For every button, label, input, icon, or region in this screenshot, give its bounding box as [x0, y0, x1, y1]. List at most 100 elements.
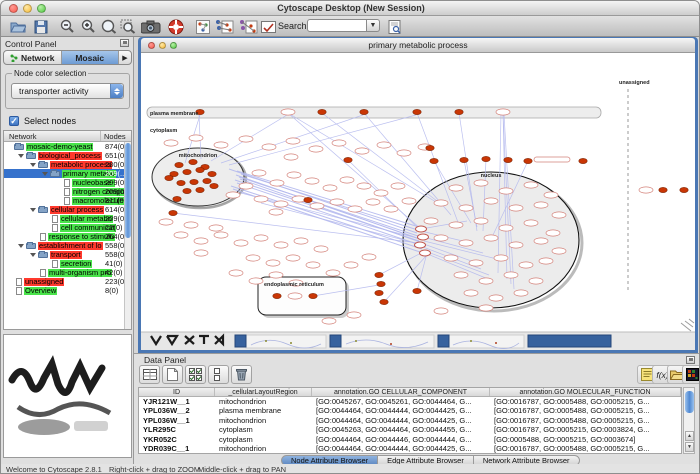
gene-label-node	[310, 203, 324, 209]
expand-arrow-icon[interactable]	[30, 253, 36, 257]
table-row-ydr039c-1[interactable]: YDR039C__1mitochondrion[GO:0044464, GO:0…	[139, 444, 681, 453]
network-overview-icon[interactable]	[194, 18, 212, 35]
gene-label-node	[234, 240, 248, 246]
gene-label-node	[226, 192, 240, 198]
node-diagram-icon[interactable]	[213, 18, 235, 35]
tree-row-label: cellular process	[50, 206, 104, 214]
zoom-out-icon[interactable]	[58, 18, 76, 35]
save-icon[interactable]	[32, 18, 50, 35]
zoom-selected-icon[interactable]	[119, 18, 137, 35]
table-icon[interactable]	[139, 365, 160, 384]
edge-diagram-icon[interactable]	[237, 18, 259, 35]
tree-row-macromolecule[interactable]: macromolecule311(0)	[4, 196, 131, 205]
red-gene-node	[190, 179, 198, 184]
expand-arrow-icon[interactable]	[18, 154, 24, 158]
red-gene-node	[318, 109, 326, 114]
folder-icon	[38, 162, 48, 168]
tree-row-primary-metabo[interactable]: primary metabo209(...	[4, 169, 131, 178]
table-cell: plasma membrane	[215, 406, 312, 415]
column-header-annotation-go-molecular-function[interactable]: annotation.GO MOLECULAR_FUNCTION	[490, 388, 681, 396]
table-row-ypl036w-2[interactable]: YPL036W__2plasma membrane[GO:0044464, GO…	[139, 406, 681, 415]
dropdown-stepper-icon[interactable]	[110, 84, 123, 98]
tree-row-biological-process[interactable]: biological_process651(0)	[4, 151, 131, 160]
delete-attribute-icon[interactable]	[231, 365, 252, 384]
red-gene-node	[208, 171, 216, 176]
tab-mosaic[interactable]: Mosaic	[62, 51, 120, 64]
scroll-up-icon[interactable]: ▲	[685, 431, 694, 441]
gene-label-node	[552, 212, 566, 218]
red-gene-node	[482, 156, 490, 161]
cytoplasm-label: cytoplasm	[150, 128, 177, 134]
table-scrollbar[interactable]: ▲ ▼	[683, 387, 695, 454]
gene-label-node	[499, 188, 513, 194]
float-data-panel-icon[interactable]	[686, 356, 695, 364]
float-panel-icon[interactable]	[120, 39, 129, 47]
expand-arrow-icon[interactable]	[42, 172, 48, 176]
tree-scrollbar-thumb[interactable]	[125, 143, 131, 238]
tree-scrollbar[interactable]	[124, 142, 131, 329]
new-attribute-icon[interactable]	[162, 365, 183, 384]
help-icon[interactable]	[167, 18, 185, 35]
tree-row-overview[interactable]: Overview8(0)	[4, 286, 131, 295]
tab-network[interactable]: Network	[4, 51, 62, 64]
red-gene-node	[426, 145, 434, 150]
zoom-in-icon[interactable]	[79, 18, 97, 35]
column-header-id[interactable]: ID	[139, 388, 215, 396]
network-tree: Network Nodes mosaic-demo-yeast874(0)bio…	[3, 130, 132, 330]
attribute-table[interactable]: ID_cellularLayoutRegionannotation.GO CEL…	[138, 387, 682, 454]
tree-row-metabolic-process[interactable]: metabolic process280(0)	[4, 160, 131, 169]
table-cell: [GO:0045267, GO:0045261, GO:0044464, G..…	[312, 397, 490, 406]
tree-row-transport[interactable]: transport558(0)	[4, 250, 131, 259]
gene-label-node	[174, 232, 188, 238]
annotation-board-icon[interactable]	[259, 18, 277, 35]
table-row-ylr295c[interactable]: YLR295Ccytoplasm[GO:0045263, GO:0044464,…	[139, 425, 681, 434]
table-row-ykr052c[interactable]: YKR052Ccytoplasm[GO:0044464, GO:0044446,…	[139, 435, 681, 444]
expand-arrow-icon[interactable]	[18, 244, 24, 248]
table-cell: [GO:0045263, GO:0044464, GO:0044455, G..…	[312, 425, 490, 434]
tree-row-multi-organism-pro[interactable]: multi-organism pro42(0)	[4, 268, 131, 277]
search-label: Search:	[278, 21, 309, 31]
network-window-titlebar[interactable]: primary metabolic process	[141, 38, 695, 53]
search-input[interactable]	[307, 19, 367, 32]
tree-row-cellular-metabo[interactable]: cellular metabo209(0)	[4, 214, 131, 223]
tree-row-mosaic-demo-yeast[interactable]: mosaic-demo-yeast874(0)	[4, 142, 131, 151]
gene-label-node	[534, 238, 548, 244]
search-options-icon[interactable]	[386, 18, 404, 35]
birdseye-view[interactable]	[3, 334, 132, 458]
select-attributes-icon[interactable]	[185, 365, 206, 384]
table-row-ypl036w-1[interactable]: YPL036W__1mitochondrion[GO:0044464, GO:0…	[139, 416, 681, 425]
heatmap-icon[interactable]	[682, 365, 700, 384]
expand-arrow-icon[interactable]	[30, 208, 36, 212]
gene-label-node	[362, 254, 376, 260]
status-pan-hint: Middle-click + drag to PAN	[198, 465, 286, 474]
tree-row-establishment-of-lo[interactable]: establishment of lo558(0)	[4, 241, 131, 250]
expand-arrow-icon[interactable]	[30, 163, 36, 167]
tree-row-secretion[interactable]: secretion41(0)	[4, 259, 131, 268]
table-row-yjr121w-1[interactable]: YJR121W__1mitochondrion[GO:0045267, GO:0…	[139, 397, 681, 406]
column-header-annotation-go-cellular-component[interactable]: annotation.GO CELLULAR_COMPONENT	[312, 388, 490, 396]
tree-row-cellular-process[interactable]: cellular process614(0)	[4, 205, 131, 214]
tree-row-response-to-stimulu[interactable]: response to stimulu264(0)	[4, 232, 131, 241]
table-scrollbar-thumb[interactable]	[685, 391, 694, 413]
zoom-fit-icon[interactable]	[99, 18, 117, 35]
search-dropdown-button[interactable]: ▼	[367, 19, 380, 32]
table-cell: YPL036W__1	[139, 416, 215, 425]
network-canvas[interactable]: plasma membrane cytoplasm mitochondrion …	[141, 53, 695, 350]
scroll-down-icon[interactable]: ▼	[685, 442, 694, 452]
tab-overflow-arrow[interactable]: ▶	[119, 51, 131, 64]
column-header-cellularlayoutregion[interactable]: _cellularLayoutRegion	[215, 388, 312, 396]
gene-label-node	[464, 290, 478, 296]
tree-row-nitrogen-compo[interactable]: nitrogen compo209(0)	[4, 187, 131, 196]
open-file-icon[interactable]	[9, 18, 27, 35]
unselect-attributes-icon[interactable]	[208, 365, 229, 384]
tree-row-cell-communicat[interactable]: cell communicat22(0)	[4, 223, 131, 232]
color-attribute-dropdown[interactable]: transporter activity	[11, 83, 124, 99]
red-gene-node	[524, 158, 532, 163]
tree-row-nucleobase[interactable]: nucleobase-209(0)	[4, 178, 131, 187]
graph-edge	[229, 115, 416, 165]
gene-label-node	[254, 235, 268, 241]
tree-row-label: multi-organism pro	[48, 269, 112, 277]
snapshot-icon[interactable]	[140, 18, 162, 35]
select-nodes-checkbox[interactable]: ✓	[9, 116, 19, 126]
tree-row-unassigned[interactable]: unassigned223(0)	[4, 277, 131, 286]
